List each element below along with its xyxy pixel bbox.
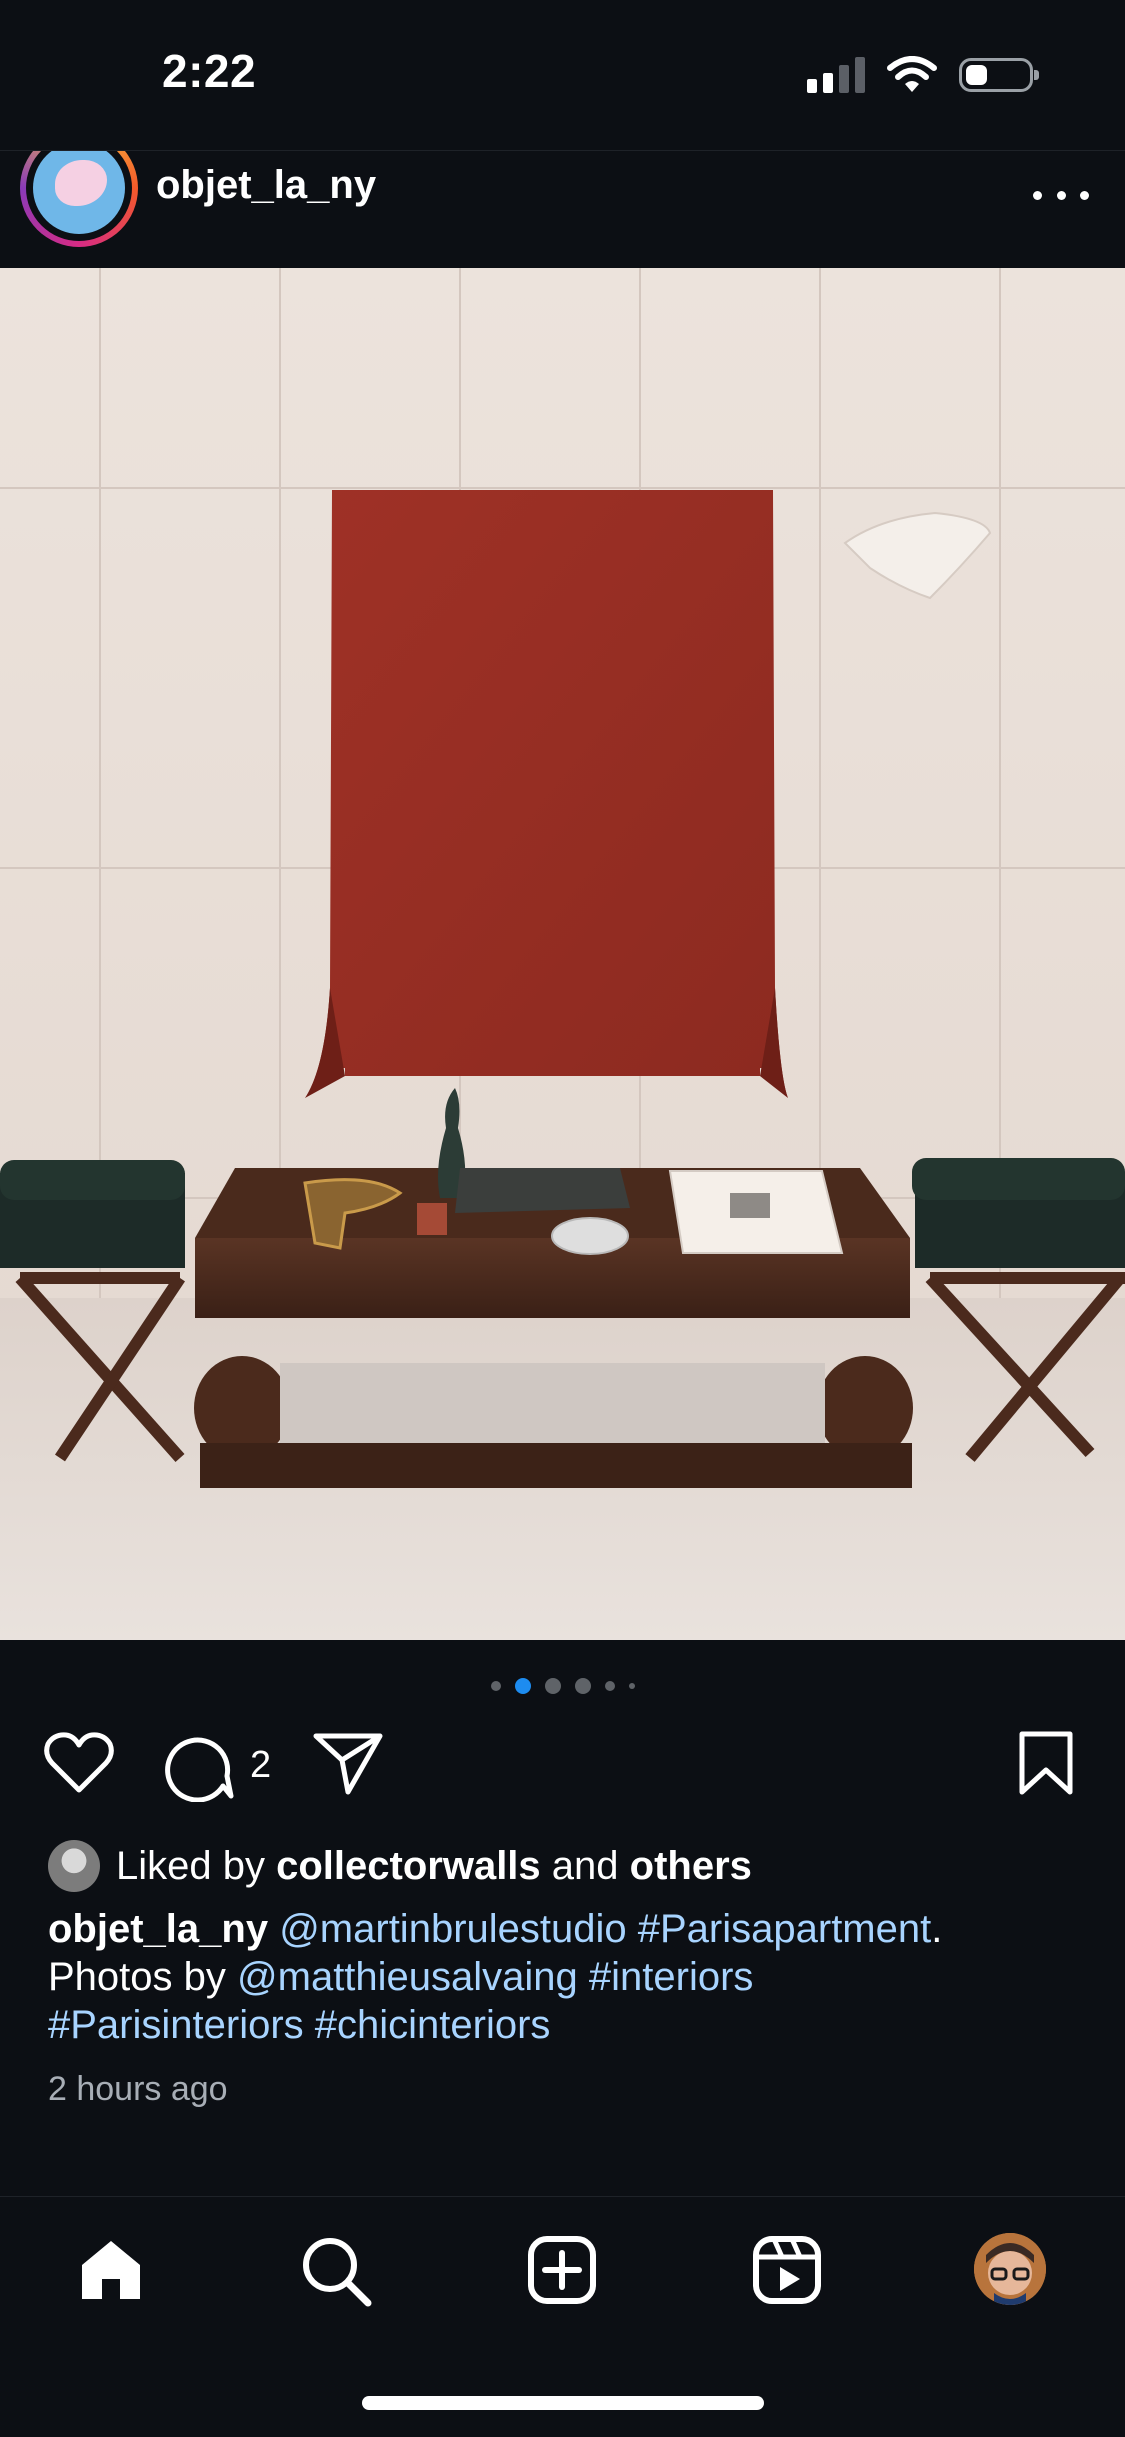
status-time: 2:22 bbox=[162, 45, 257, 97]
liked-by-prefix: Liked by bbox=[116, 1843, 277, 1888]
carousel-dot bbox=[574, 1678, 591, 1694]
caption-hashtag[interactable]: #chicinteriors bbox=[315, 2003, 551, 2047]
battery-level bbox=[966, 65, 987, 85]
caption-photos-by: Photos by bbox=[48, 1955, 238, 1999]
post-photo[interactable] bbox=[0, 268, 1125, 1640]
carousel-dot bbox=[628, 1683, 635, 1689]
caption-mention[interactable]: @martinbrulestudio bbox=[279, 1907, 626, 1951]
cellular-signal-icon bbox=[807, 57, 865, 93]
profile-avatar[interactable] bbox=[974, 2233, 1046, 2305]
home-indicator[interactable] bbox=[362, 2396, 764, 2410]
share-icon[interactable] bbox=[312, 1730, 384, 1796]
reels-icon[interactable] bbox=[752, 2235, 822, 2305]
carousel-dot bbox=[604, 1681, 615, 1691]
caption-period: . bbox=[931, 1907, 943, 1951]
create-icon[interactable] bbox=[527, 2235, 597, 2305]
carousel-dot bbox=[514, 1678, 531, 1694]
caption-hashtag[interactable]: #interiors bbox=[589, 1955, 754, 1999]
carousel-dot bbox=[490, 1681, 501, 1691]
caption-hashtag[interactable]: #Parisapartment bbox=[638, 1907, 931, 1951]
post-actions: 2 bbox=[0, 1730, 1125, 1810]
avatar[interactable] bbox=[20, 151, 138, 247]
status-icons bbox=[807, 56, 1039, 94]
post-header: objet_la_ny bbox=[0, 150, 1125, 269]
post-username[interactable]: objet_la_ny bbox=[156, 163, 376, 208]
liked-by-others[interactable]: others bbox=[630, 1844, 752, 1888]
liked-by-user[interactable]: collectorwalls bbox=[276, 1844, 541, 1888]
bookmark-icon[interactable] bbox=[1018, 1730, 1074, 1796]
comment-icon[interactable] bbox=[163, 1730, 235, 1802]
liked-by-avatar bbox=[48, 1840, 100, 1892]
wifi-icon bbox=[887, 56, 937, 92]
liked-by-middle: and bbox=[540, 1843, 630, 1888]
carousel-indicator bbox=[0, 1678, 1125, 1694]
home-icon[interactable] bbox=[76, 2235, 146, 2305]
post-timestamp: 2 hours ago bbox=[48, 2070, 228, 2108]
status-bar: 2:22 bbox=[0, 0, 1125, 150]
heart-icon[interactable] bbox=[42, 1730, 116, 1796]
more-icon[interactable] bbox=[1033, 175, 1089, 215]
search-icon[interactable] bbox=[300, 2235, 372, 2307]
caption-author[interactable]: objet_la_ny bbox=[48, 1907, 268, 1951]
caption-hashtag[interactable]: #Parisinteriors bbox=[48, 2003, 304, 2047]
liked-by-text: Liked by collectorwalls and others bbox=[116, 1844, 752, 1889]
carousel-dot bbox=[544, 1678, 561, 1694]
post-caption: objet_la_ny @martinbrulestudio #Parisapa… bbox=[48, 1905, 1088, 2049]
comment-count: 2 bbox=[250, 1744, 272, 1786]
battery-icon bbox=[959, 58, 1039, 92]
liked-by[interactable]: Liked by collectorwalls and others bbox=[48, 1838, 752, 1894]
caption-mention[interactable]: @matthieusalvaing bbox=[237, 1955, 578, 1999]
interior-photo bbox=[0, 268, 1125, 1640]
